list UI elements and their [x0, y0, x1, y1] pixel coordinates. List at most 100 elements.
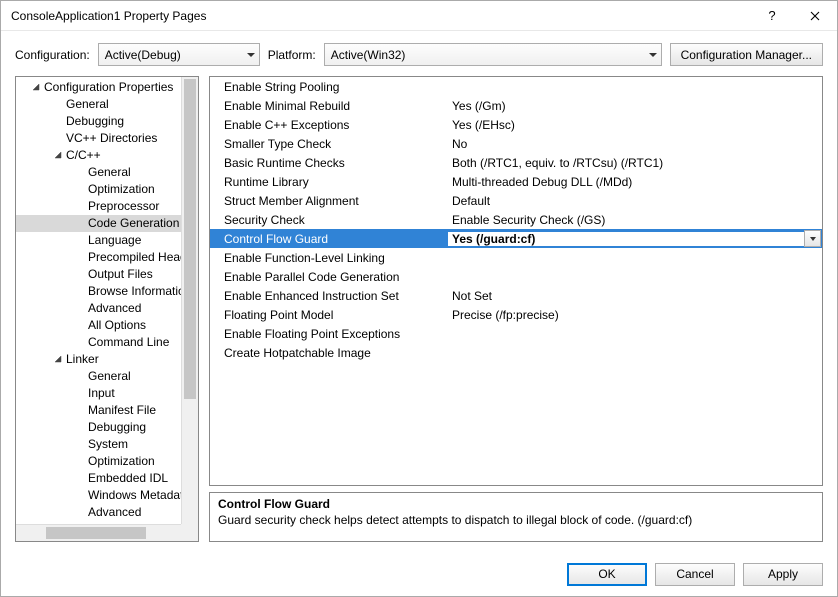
tree-item[interactable]: General: [16, 368, 181, 385]
expander-placeholder: [74, 184, 86, 196]
property-row[interactable]: Runtime LibraryMulti-threaded Debug DLL …: [210, 172, 822, 191]
tree-item-label: General: [88, 164, 131, 181]
property-row[interactable]: Enable Enhanced Instruction SetNot Set: [210, 286, 822, 305]
platform-combo[interactable]: Active(Win32): [324, 43, 662, 66]
description-title: Control Flow Guard: [218, 497, 814, 511]
property-row[interactable]: Basic Runtime ChecksBoth (/RTC1, equiv. …: [210, 153, 822, 172]
tree-item[interactable]: Optimization: [16, 181, 181, 198]
tree-item-label: System: [88, 436, 128, 453]
tree-item[interactable]: General: [16, 164, 181, 181]
property-value-dropdown[interactable]: [804, 230, 821, 247]
property-value[interactable]: No: [448, 137, 822, 151]
tree-item[interactable]: General: [16, 96, 181, 113]
property-value[interactable]: Both (/RTC1, equiv. to /RTCsu) (/RTC1): [448, 156, 822, 170]
tree-item-label: Advanced: [88, 504, 141, 521]
expander-icon[interactable]: [52, 354, 64, 366]
tree-item[interactable]: Optimization: [16, 453, 181, 470]
property-value[interactable]: Default: [448, 194, 822, 208]
tree-item[interactable]: C/C++: [16, 147, 181, 164]
tree-item[interactable]: Configuration Properties: [16, 79, 181, 96]
tree-item-label: Preprocessor: [88, 198, 159, 215]
tree-item[interactable]: Advanced: [16, 504, 181, 521]
tree-item[interactable]: All Options: [16, 317, 181, 334]
tree-item[interactable]: Debugging: [16, 419, 181, 436]
tree-item-label: Language: [88, 232, 141, 249]
tree-item[interactable]: Precompiled Headers: [16, 249, 181, 266]
chevron-down-icon: [649, 53, 657, 57]
expander-placeholder: [74, 490, 86, 502]
expander-icon[interactable]: [52, 150, 64, 162]
property-name: Create Hotpatchable Image: [210, 346, 448, 360]
tree-item-label: Command Line: [88, 334, 169, 351]
expander-icon[interactable]: [30, 82, 42, 94]
property-row[interactable]: Smaller Type CheckNo: [210, 134, 822, 153]
property-value[interactable]: Yes (/guard:cf): [448, 232, 804, 246]
tree-item[interactable]: Preprocessor: [16, 198, 181, 215]
tree-item[interactable]: Debugging: [16, 113, 181, 130]
expander-placeholder: [74, 473, 86, 485]
tree-item[interactable]: VC++ Directories: [16, 130, 181, 147]
tree-hscrollbar-thumb[interactable]: [46, 527, 146, 539]
configuration-combo[interactable]: Active(Debug): [98, 43, 260, 66]
expander-placeholder: [74, 167, 86, 179]
chevron-down-icon: [247, 53, 255, 57]
tree-item-label: General: [66, 96, 109, 113]
tree-item[interactable]: Advanced: [16, 300, 181, 317]
tree-item[interactable]: Windows Metadata: [16, 487, 181, 504]
expander-placeholder: [74, 269, 86, 281]
tree-item[interactable]: Language: [16, 232, 181, 249]
tree-item-label: Input: [88, 385, 115, 402]
tree-item-label: Windows Metadata: [88, 487, 181, 504]
ok-button[interactable]: OK: [567, 563, 647, 586]
tree-hscrollbar[interactable]: [16, 524, 181, 541]
property-row[interactable]: Enable String Pooling: [210, 77, 822, 96]
tree-item[interactable]: Manifest File: [16, 402, 181, 419]
close-button[interactable]: [792, 1, 837, 31]
property-row[interactable]: Create Hotpatchable Image: [210, 343, 822, 362]
body: Configuration PropertiesGeneralDebugging…: [1, 76, 837, 552]
property-row[interactable]: Enable Function-Level Linking: [210, 248, 822, 267]
property-value[interactable]: Yes (/EHsc): [448, 118, 822, 132]
expander-placeholder: [52, 133, 64, 145]
tree-item[interactable]: Code Generation: [16, 215, 181, 232]
apply-button[interactable]: Apply: [743, 563, 823, 586]
property-name: Security Check: [210, 213, 448, 227]
tree-item-label: Optimization: [88, 453, 155, 470]
property-value[interactable]: Yes (/Gm): [448, 99, 822, 113]
property-value[interactable]: Multi-threaded Debug DLL (/MDd): [448, 175, 822, 189]
property-row[interactable]: Floating Point ModelPrecise (/fp:precise…: [210, 305, 822, 324]
tree-item-label: Manifest File: [88, 402, 156, 419]
help-button[interactable]: ?: [752, 1, 792, 31]
tree-vscrollbar[interactable]: [181, 77, 198, 524]
tree-item[interactable]: Output Files: [16, 266, 181, 283]
property-value[interactable]: Precise (/fp:precise): [448, 308, 822, 322]
property-value[interactable]: Not Set: [448, 289, 822, 303]
tree-item-label: Embedded IDL: [88, 470, 168, 487]
tree-item[interactable]: System: [16, 436, 181, 453]
titlebar: ConsoleApplication1 Property Pages ?: [1, 1, 837, 31]
property-row[interactable]: Enable Minimal RebuildYes (/Gm): [210, 96, 822, 115]
property-row[interactable]: Enable Parallel Code Generation: [210, 267, 822, 286]
tree-item[interactable]: Linker: [16, 351, 181, 368]
property-row[interactable]: Enable C++ ExceptionsYes (/EHsc): [210, 115, 822, 134]
tree-item[interactable]: Input: [16, 385, 181, 402]
property-row[interactable]: Security CheckEnable Security Check (/GS…: [210, 210, 822, 229]
cancel-button[interactable]: Cancel: [655, 563, 735, 586]
tree-vscrollbar-thumb[interactable]: [184, 79, 196, 399]
property-value[interactable]: Enable Security Check (/GS): [448, 213, 822, 227]
property-name: Enable Enhanced Instruction Set: [210, 289, 448, 303]
tree-item[interactable]: Embedded IDL: [16, 470, 181, 487]
property-name: Enable String Pooling: [210, 80, 448, 94]
tree-item[interactable]: Browse Information: [16, 283, 181, 300]
configuration-manager-label: Configuration Manager...: [681, 48, 812, 62]
configuration-value: Active(Debug): [105, 48, 181, 62]
tree-item[interactable]: Command Line: [16, 334, 181, 351]
property-row[interactable]: Enable Floating Point Exceptions: [210, 324, 822, 343]
tree[interactable]: Configuration PropertiesGeneralDebugging…: [16, 77, 181, 524]
configuration-manager-button[interactable]: Configuration Manager...: [670, 43, 823, 66]
tree-item-label: Optimization: [88, 181, 155, 198]
property-row[interactable]: Control Flow GuardYes (/guard:cf): [210, 229, 822, 248]
tree-panel: Configuration PropertiesGeneralDebugging…: [15, 76, 199, 542]
property-name: Struct Member Alignment: [210, 194, 448, 208]
property-row[interactable]: Struct Member AlignmentDefault: [210, 191, 822, 210]
